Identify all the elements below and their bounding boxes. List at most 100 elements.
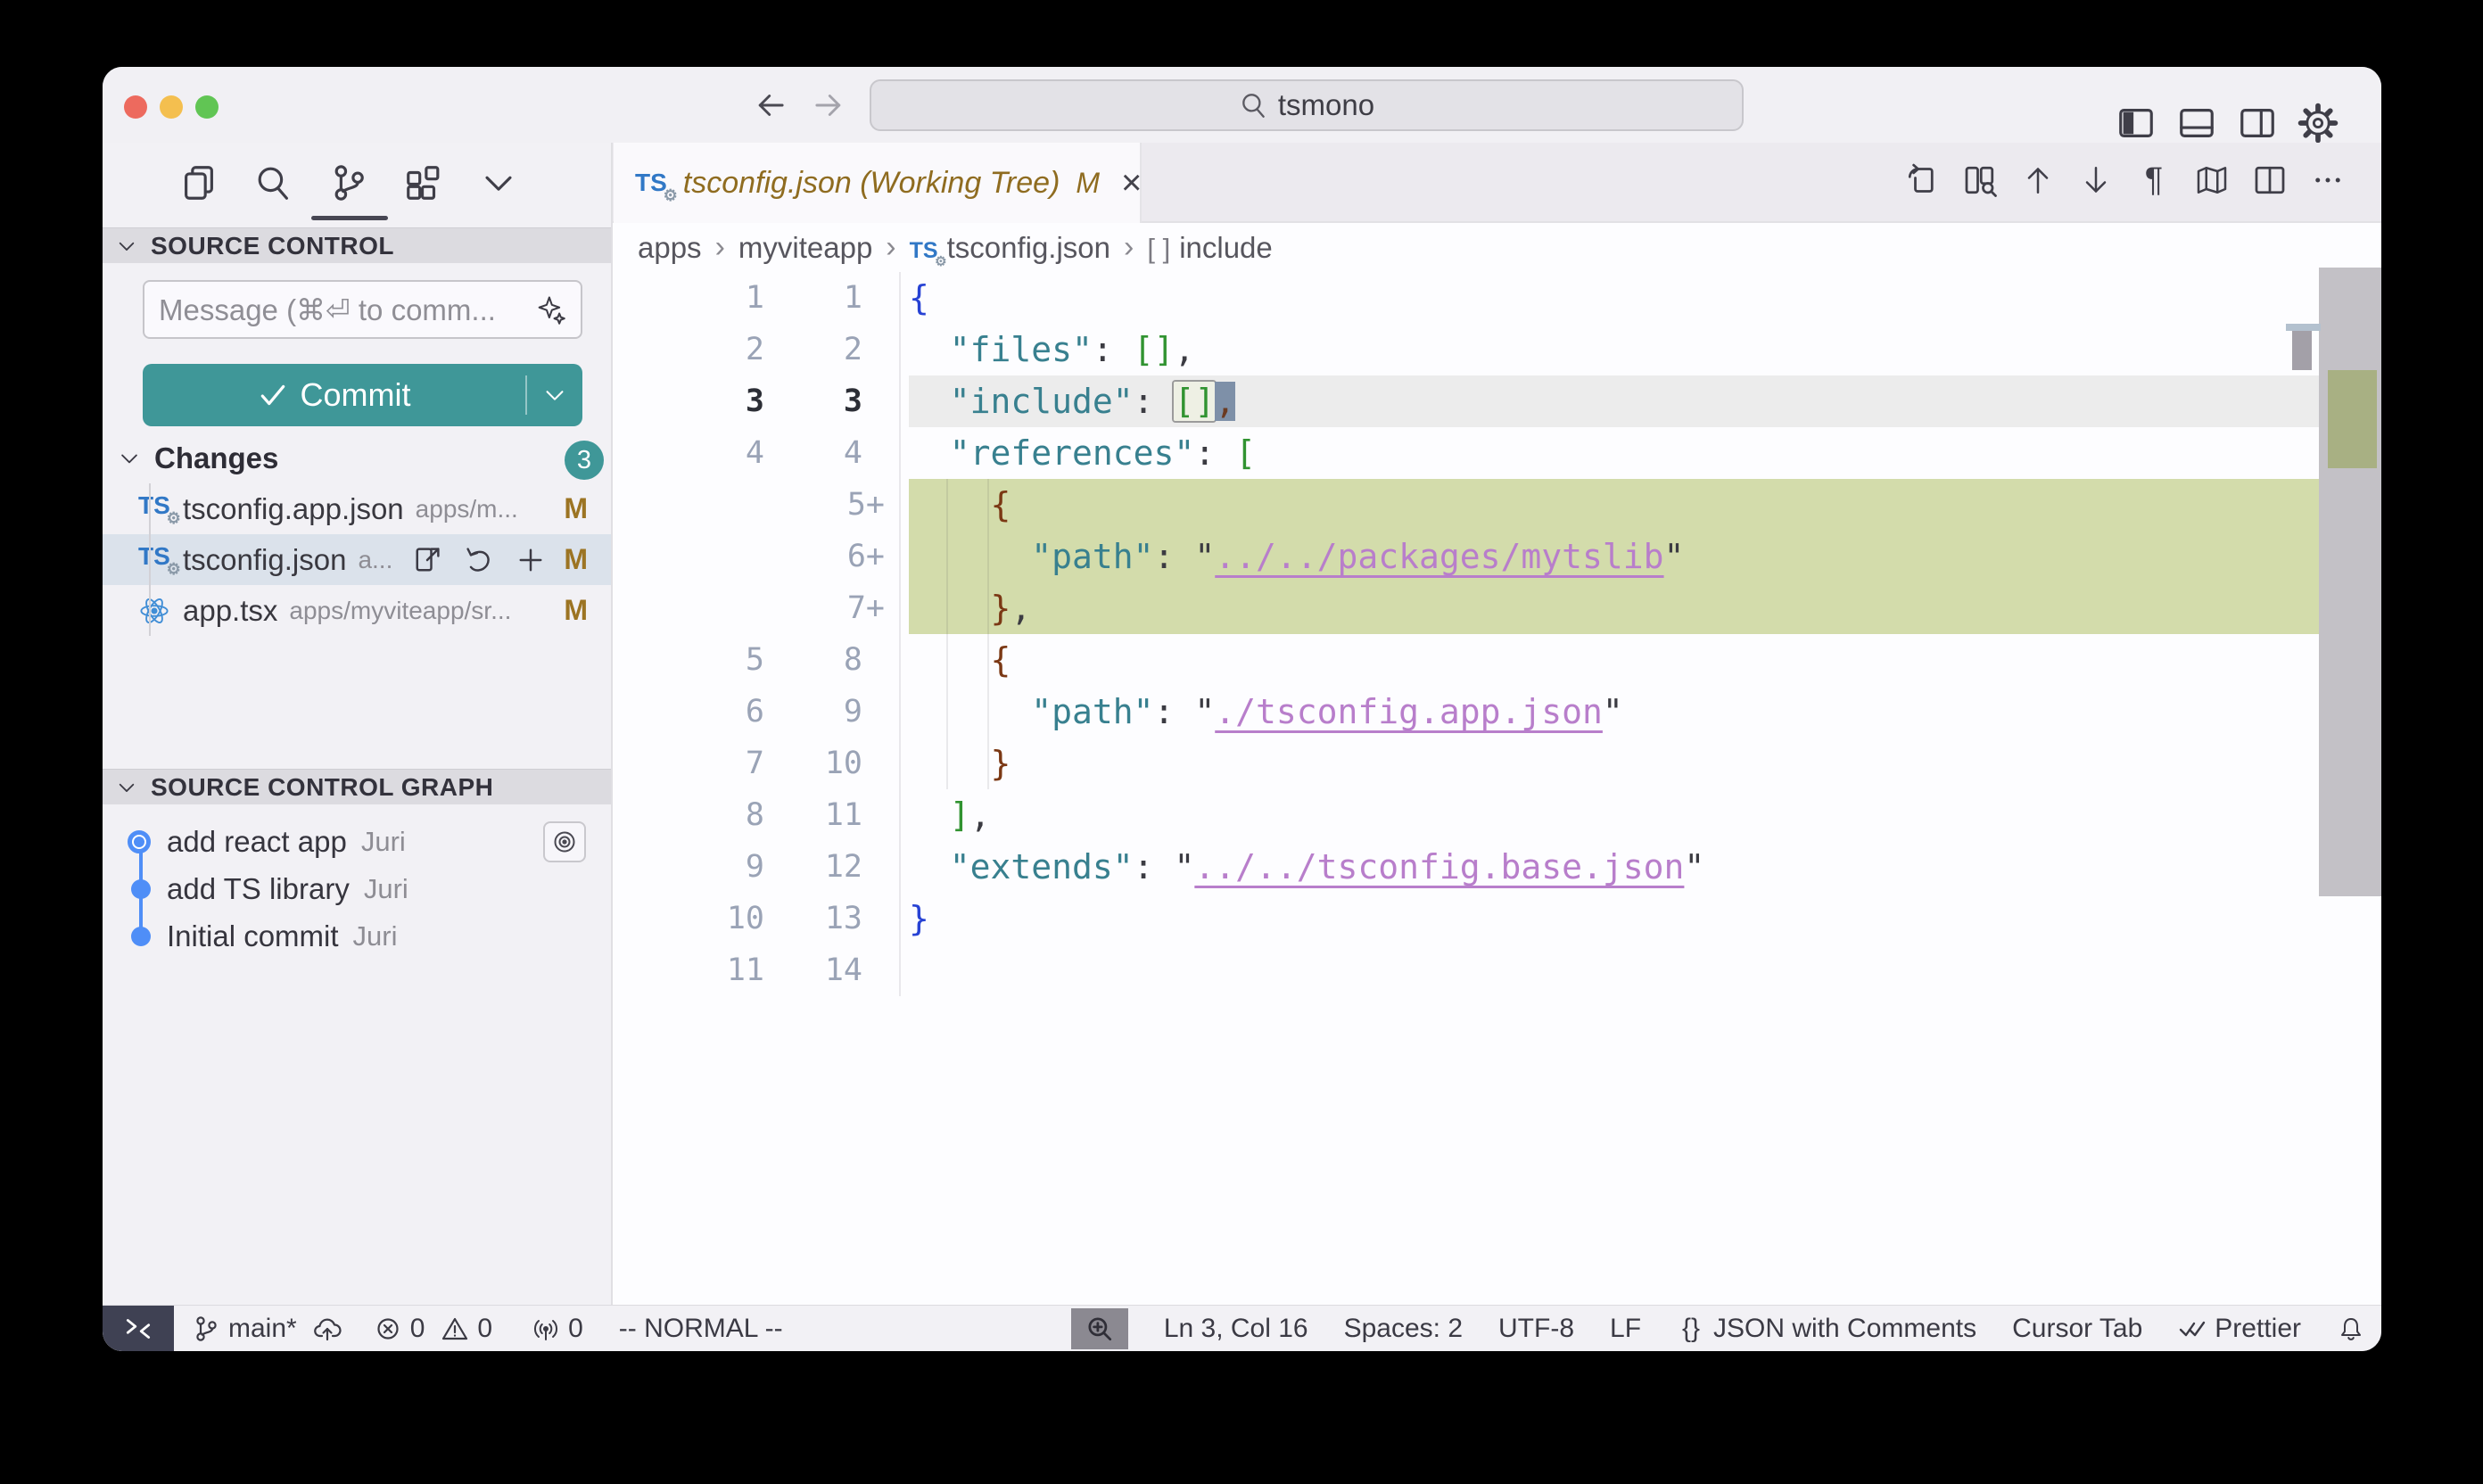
commit-row[interactable]: add react appJuri — [103, 818, 611, 865]
code-line[interactable]: 58 { — [613, 634, 2381, 686]
commit-row[interactable]: Initial commitJuri — [103, 912, 611, 960]
open-file-icon[interactable] — [411, 544, 443, 576]
status-encoding[interactable]: UTF-8 — [1498, 1314, 1574, 1344]
status-formatter-prettier[interactable]: Prettier — [2178, 1314, 2301, 1344]
file-path: a... — [358, 546, 392, 574]
commit-message: Initial commit — [167, 919, 339, 953]
code-line[interactable]: 710 } — [613, 738, 2381, 789]
status-indentation[interactable]: Spaces: 2 — [1344, 1314, 1463, 1344]
sparkle-ai-icon[interactable] — [534, 293, 566, 326]
ts-file-icon: TS⚙ — [138, 544, 170, 576]
code-line[interactable]: 7+ }, — [613, 582, 2381, 634]
code-line[interactable]: 44 "references": [ — [613, 427, 2381, 479]
code-line[interactable]: 1013} — [613, 893, 2381, 944]
commit-dropdown-button[interactable] — [527, 382, 582, 408]
status-screencast-zoom[interactable] — [1071, 1308, 1128, 1349]
status-remote-indicator[interactable] — [103, 1306, 174, 1352]
breadcrumb-item[interactable]: myviteapp — [738, 231, 872, 265]
code-line[interactable]: 11{ — [613, 272, 2381, 324]
code-text: "include": [], — [909, 375, 1235, 427]
changed-file-row[interactable]: TS⚙tsconfig.jsona...M — [103, 534, 611, 585]
modified-line-number: 14 — [773, 944, 885, 996]
settings-gear-icon[interactable] — [2297, 103, 2339, 144]
modified-line-number: 6+ — [773, 531, 885, 582]
breadcrumb-separator: › — [1122, 230, 1135, 265]
original-line-number: 3 — [613, 375, 764, 427]
commit-button[interactable]: Commit — [143, 364, 582, 426]
status-branch[interactable]: main* — [192, 1314, 297, 1344]
code-line[interactable]: 912 "extends": "../../tsconfig.base.json… — [613, 841, 2381, 893]
arrow-up-icon[interactable] — [2020, 162, 2056, 198]
code-line[interactable]: 1114 — [613, 944, 2381, 996]
layout-sidebar-right-icon[interactable] — [2237, 103, 2278, 144]
code-line[interactable]: 69 "path": "./tsconfig.app.json" — [613, 686, 2381, 738]
status-errors[interactable]: 0 — [374, 1314, 425, 1344]
code-line[interactable]: 33 "include": [], — [613, 375, 2381, 427]
changes-section-header[interactable]: Changes 3 — [103, 435, 611, 482]
file-path: apps/m... — [416, 495, 518, 524]
command-center-search-input[interactable]: tsmono — [870, 79, 1744, 131]
status-language-mode[interactable]: {}JSON with Comments — [1677, 1314, 1976, 1344]
commit-message-input[interactable]: Message (⌘⏎ to comm... — [143, 280, 582, 339]
activity-extensions-icon[interactable] — [403, 162, 444, 203]
status-radio-tower[interactable]: 0 — [532, 1314, 583, 1344]
editor-code[interactable]: 11{22 "files": [],33 "include": [],44 "r… — [613, 272, 2381, 996]
source-control-header[interactable]: SOURCE CONTROL — [103, 227, 611, 263]
map-icon[interactable] — [2194, 162, 2230, 198]
activity-bar — [103, 143, 611, 223]
code-line[interactable]: 6+ "path": "../../packages/mytslib" — [613, 531, 2381, 582]
forward-arrow-icon[interactable] — [810, 87, 847, 124]
code-line[interactable]: 5+ { — [613, 479, 2381, 531]
tab-tsconfig-working-tree[interactable]: TS⚙ tsconfig.json (Working Tree) M × — [614, 143, 1142, 223]
discard-icon[interactable] — [463, 544, 495, 576]
back-arrow-icon[interactable] — [752, 87, 789, 124]
code-line[interactable]: 811 ], — [613, 789, 2381, 841]
changed-file-row[interactable]: TS⚙tsconfig.app.jsonapps/m...M — [103, 483, 611, 534]
stage-icon[interactable] — [515, 544, 547, 576]
status-encoding-label: UTF-8 — [1498, 1314, 1574, 1344]
file-name: tsconfig.app.json — [183, 492, 404, 526]
status-language-mode-label: JSON with Comments — [1713, 1314, 1976, 1344]
breadcrumb-item[interactable]: TS⚙tsconfig.json — [910, 231, 1110, 265]
original-line-number: 8 — [613, 789, 764, 841]
macos-minimize-button[interactable] — [160, 95, 183, 119]
zoom-in-icon — [1085, 1314, 1115, 1344]
modified-line-number: 9 — [773, 686, 885, 738]
breadcrumb-item[interactable]: [ ]include — [1147, 231, 1272, 265]
status-vim-mode[interactable]: -- NORMAL -- — [619, 1314, 783, 1344]
activity-chevron-down-icon[interactable] — [478, 162, 519, 203]
inline-view-icon[interactable] — [1962, 162, 1998, 198]
editor-scrollbar[interactable] — [2319, 268, 2381, 896]
ellipsis-icon[interactable] — [2310, 162, 2346, 198]
pilcrow-icon[interactable]: ¶ — [2136, 162, 2172, 198]
commit-row[interactable]: add TS libraryJuri — [103, 865, 611, 912]
original-line-number: 6 — [613, 686, 764, 738]
status-warnings[interactable]: 0 — [441, 1314, 492, 1344]
commit-message: add TS library — [167, 872, 350, 906]
status-cursor-tab[interactable]: Cursor Tab — [2012, 1314, 2142, 1344]
status-eol[interactable]: LF — [1610, 1314, 1641, 1344]
close-icon[interactable]: × — [1121, 165, 1142, 201]
open-changes-icon[interactable] — [1904, 162, 1940, 198]
activity-source-control-icon[interactable] — [328, 162, 369, 203]
macos-close-button[interactable] — [124, 95, 147, 119]
status-formatter-prettier-label: Prettier — [2215, 1314, 2301, 1344]
gutter-separator — [899, 272, 901, 996]
layout-sidebar-left-icon[interactable] — [2116, 103, 2157, 144]
status-notifications[interactable] — [2337, 1315, 2365, 1343]
source-control-graph-header[interactable]: SOURCE CONTROL GRAPH — [103, 769, 611, 804]
activity-search-icon[interactable] — [253, 162, 294, 203]
code-line[interactable]: 22 "files": [], — [613, 324, 2381, 375]
source-control-title: SOURCE CONTROL — [151, 232, 394, 260]
modified-line-number: 3 — [773, 375, 885, 427]
macos-maximize-button[interactable] — [195, 95, 219, 119]
status-cursor-position[interactable]: Ln 3, Col 16 — [1164, 1314, 1308, 1344]
status-sync[interactable] — [313, 1315, 342, 1343]
split-editor-icon[interactable] — [2252, 162, 2288, 198]
activity-explorer-icon[interactable] — [178, 162, 219, 203]
changed-file-row[interactable]: app.tsxapps/myviteapp/sr...M — [103, 585, 611, 636]
checkout-target-button[interactable] — [543, 821, 586, 862]
breadcrumb-item[interactable]: apps — [638, 231, 702, 265]
layout-panel-icon[interactable] — [2176, 103, 2217, 144]
arrow-down-icon[interactable] — [2078, 162, 2114, 198]
